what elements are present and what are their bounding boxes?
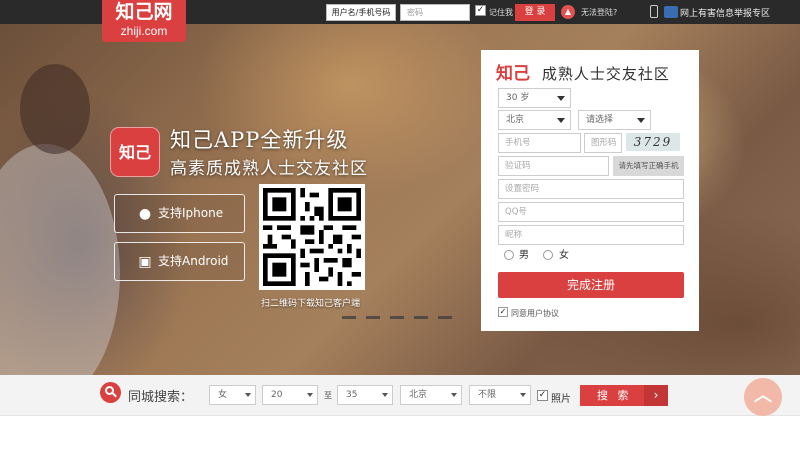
logo-en: zhiji.com xyxy=(120,24,168,38)
city-filter-value: 北京 xyxy=(409,390,428,400)
phone-icon xyxy=(650,5,658,18)
carousel-dot[interactable] xyxy=(438,316,452,319)
iphone-download-button[interactable]: ● 支持Iphone xyxy=(114,194,245,233)
password-input[interactable]: 设置密码 xyxy=(498,179,684,199)
gender-female-label: 女 xyxy=(559,250,569,261)
gender-female-radio[interactable] xyxy=(543,250,553,260)
hair-shape xyxy=(20,64,90,154)
qr-caption: 扫二维码下载知己客户端 xyxy=(261,299,361,309)
android-download-button[interactable]: ▣ 支持Android xyxy=(114,242,245,281)
register-submit-button[interactable]: 完成注册 xyxy=(498,272,684,298)
carousel-dot[interactable] xyxy=(366,316,380,319)
gender-filter-value: 女 xyxy=(218,390,228,400)
sms-code-input[interactable]: 验证码 xyxy=(498,156,609,176)
couple-photo-shape xyxy=(0,144,120,375)
back-to-top-button[interactable]: ︿ xyxy=(744,378,782,416)
captcha-image[interactable]: 3729 xyxy=(626,133,680,151)
age-select[interactable]: 30 岁 xyxy=(498,88,571,108)
chevron-up-icon: ︿ xyxy=(754,385,772,406)
search-button[interactable]: 搜 索 › xyxy=(580,385,668,406)
gender-male-radio[interactable] xyxy=(504,250,514,260)
iphone-download-label: 支持Iphone xyxy=(158,206,224,220)
login-button[interactable]: 登 录 xyxy=(515,4,555,21)
age-value: 30 岁 xyxy=(506,93,530,103)
report-icon xyxy=(664,6,678,18)
search-label: 同城搜索： xyxy=(128,390,194,405)
phone-input[interactable]: 手机号 xyxy=(498,133,581,153)
search-icon xyxy=(100,382,121,403)
age-from-value: 20 xyxy=(271,390,283,400)
chevron-down-icon xyxy=(557,96,565,101)
qr-code xyxy=(259,184,365,290)
to-label: 至 xyxy=(324,391,332,400)
app-icon: 知己 xyxy=(110,127,160,177)
agree-link[interactable]: 同意用户协议 xyxy=(511,308,559,319)
captcha-input[interactable]: 图形码 xyxy=(584,133,622,153)
site-logo[interactable]: 知己网 zhiji.com xyxy=(102,0,186,42)
send-code-button[interactable]: 请先填写正确手机 xyxy=(613,156,684,176)
chevron-down-icon xyxy=(557,118,565,123)
chevron-down-icon xyxy=(307,393,313,397)
photo-checkbox[interactable]: ✓ xyxy=(537,390,548,401)
carousel-dot[interactable] xyxy=(414,316,428,319)
chevron-down-icon xyxy=(382,393,388,397)
extra-filter-value: 不限 xyxy=(478,390,497,400)
age-from-select[interactable]: 20 xyxy=(262,385,318,405)
apple-icon: ● xyxy=(138,206,152,222)
register-panel: 知己 成熟人士交友社区 30 岁 北京 请选择 手机号 图形码 3729 验证码… xyxy=(481,50,699,331)
extra-filter-select[interactable]: 不限 xyxy=(469,385,531,405)
city-value: 北京 xyxy=(506,115,525,125)
remember-label: 记住我 xyxy=(489,8,513,17)
search-button-label: 搜 索 xyxy=(597,389,632,402)
logo-cn: 知己网 xyxy=(115,1,173,23)
qr-code-image xyxy=(263,188,361,286)
register-title: 知己 成熟人士交友社区 xyxy=(496,59,670,84)
bell-icon: ▲ xyxy=(561,5,575,19)
report-link[interactable]: 网上有害信息举报专区 xyxy=(680,6,770,19)
nickname-input[interactable]: 昵称 xyxy=(498,225,684,245)
remember-checkbox[interactable]: ✓ xyxy=(475,5,486,16)
gender-male-label: 男 xyxy=(519,250,529,261)
app-headline: 知己APP全新升级 xyxy=(170,128,349,152)
chevron-down-icon xyxy=(520,393,526,397)
city-search-bar: 同城搜索： 女 20 至 35 北京 不限 ✓ 照片 搜 索 › xyxy=(0,375,800,416)
agree-checkbox[interactable]: ✓ xyxy=(498,307,508,317)
age-to-value: 35 xyxy=(346,390,358,400)
register-slogan: 成熟人士交友社区 xyxy=(541,65,670,83)
city-select[interactable]: 北京 xyxy=(498,110,571,130)
chevron-down-icon xyxy=(637,118,645,123)
city-filter-select[interactable]: 北京 xyxy=(400,385,462,405)
chevron-right-icon: › xyxy=(644,385,668,406)
age-to-select[interactable]: 35 xyxy=(337,385,393,405)
android-icon: ▣ xyxy=(138,254,152,270)
register-logo: 知己 xyxy=(496,64,530,84)
carousel-dot[interactable] xyxy=(390,316,404,319)
cant-login-link[interactable]: 无法登陆? xyxy=(581,7,617,18)
district-value: 请选择 xyxy=(586,115,614,125)
android-download-label: 支持Android xyxy=(158,254,229,268)
qq-input[interactable]: QQ号 xyxy=(498,202,684,222)
photo-label: 照片 xyxy=(551,394,571,405)
gender-filter-select[interactable]: 女 xyxy=(209,385,256,405)
app-subline: 高素质成熟人士交友社区 xyxy=(170,159,368,179)
district-select[interactable]: 请选择 xyxy=(578,110,651,130)
password-field[interactable]: 密码 xyxy=(400,4,470,21)
username-field[interactable]: 用户名/手机号码 xyxy=(326,4,396,21)
chevron-down-icon xyxy=(245,393,251,397)
carousel-dot[interactable] xyxy=(342,316,356,319)
chevron-down-icon xyxy=(451,393,457,397)
